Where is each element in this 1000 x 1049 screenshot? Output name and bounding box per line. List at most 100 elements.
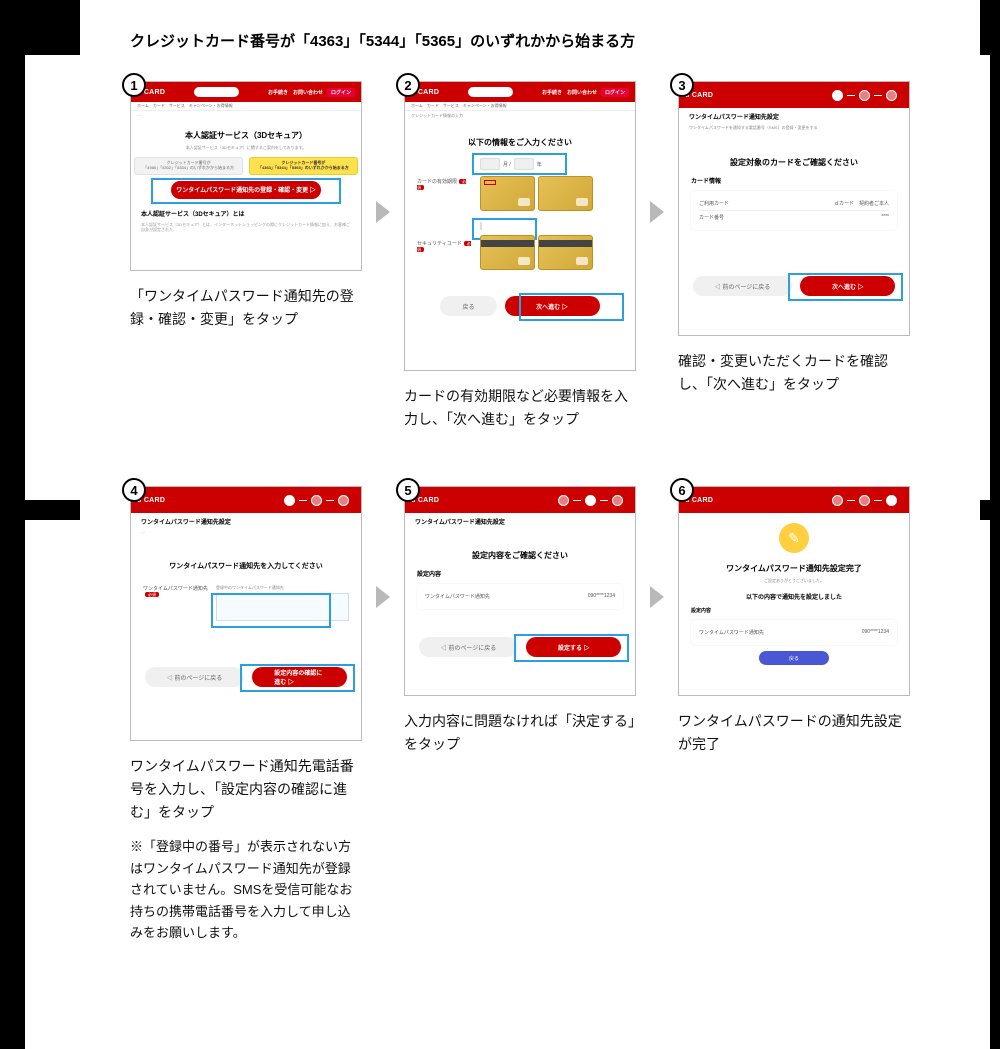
card-range-pill-yellow: クレジットカード番号が「4363」「5344」「5365」のいずれかから始まる方: [249, 157, 358, 175]
progress-step-icon: [859, 495, 870, 506]
back-button[interactable]: ◁ 前のページに戻る: [419, 637, 519, 657]
step-5-caption: 入力内容に問題なければ「決定する」をタップ: [404, 710, 636, 756]
confirm-button[interactable]: 設定内容の確認に進む ▷: [252, 667, 347, 687]
form-title: ワンタイムパスワード通知先を入力してください: [131, 561, 361, 571]
return-button[interactable]: 戻る: [759, 651, 829, 665]
registered-number-label: 登録中のワンタイムパスワード通知先: [216, 585, 349, 591]
progress-step-icon: [612, 495, 623, 506]
expiry-year-input[interactable]: [514, 158, 534, 170]
arrow: [372, 81, 394, 223]
search-box: [194, 87, 239, 97]
menu-bar: ホーム カード サービス キャンペーン・お得情報: [405, 102, 635, 111]
breadcrumb: ワンタイムパスワード通知先設定: [679, 108, 909, 125]
app-header: d CARD お手続き お問い合わせログイン: [131, 82, 361, 102]
back-button[interactable]: ◁ 前のページに戻る: [693, 276, 793, 296]
expiry-month-input[interactable]: [480, 158, 500, 170]
step-number-5: 5: [396, 478, 420, 502]
progress-step-icon: [284, 495, 295, 506]
frame-left: [0, 0, 25, 1049]
step-4-note: ※「登録中の番号」が表示されない方はワンタイムパスワード通知先が登録されていませ…: [130, 836, 362, 943]
next-button[interactable]: 次へ進む ▷: [505, 296, 600, 316]
otp-phone-input[interactable]: [216, 593, 349, 621]
step-number-6: 6: [670, 478, 694, 502]
progress-step-icon: [886, 90, 897, 101]
breadcrumb: ···: [131, 111, 361, 120]
settings-card: ワンタイムパスワード通知先090****1234: [417, 584, 623, 609]
card-front-image: [480, 176, 535, 211]
confirm-title: 設定内容をご確認ください: [405, 550, 635, 561]
cvv-label: セキュリティコード必須: [417, 240, 472, 253]
card-front-image-2: [538, 176, 593, 211]
arrow: [372, 486, 394, 608]
card-info-label: カード情報: [679, 176, 909, 185]
form-title: 設定対象のカードをご確認ください: [679, 157, 909, 168]
expiry-label: カードの有効期限必須: [417, 178, 472, 191]
progress-step-icon: [832, 495, 843, 506]
back-button[interactable]: ◁ 前のページに戻る: [145, 667, 245, 687]
step-6-caption: ワンタイムパスワードの通知先設定が完了: [678, 710, 910, 756]
step-1-caption: 「ワンタイムパスワード通知先の登録・確認・変更」をタップ: [130, 285, 362, 331]
progress-step-icon: [311, 495, 322, 506]
otp-dest-label: ワンタイムパスワード通知先 必須: [143, 585, 208, 598]
step-number-1: 1: [122, 73, 146, 97]
breadcrumb: クレジットカード情報の入力: [405, 111, 635, 121]
section-heading: クレジットカード番号が「4363」「5344」「5365」のいずれかから始まる方: [130, 30, 940, 51]
frame-top-left: [0, 0, 80, 55]
steps-row-2: 4 d CARD ワンタイムパスワード通知先設定 ··· ワンタイムパスワード通…: [130, 486, 940, 943]
success-icon: ✎: [779, 523, 809, 553]
page-title: 本人認証サービス（3Dセキュア）: [131, 130, 361, 141]
cvv-input[interactable]: [480, 222, 482, 230]
settings-label: 設定内容: [679, 607, 909, 614]
progress-step-icon: [859, 90, 870, 101]
steps-row-1: 1 d CARD お手続き お問い合わせログイン ホーム カード サービス キャ…: [130, 81, 940, 431]
step-4-caption: ワンタイムパスワード通知先電話番号を入力し、「設定内容の確認に進む」をタップ: [130, 755, 362, 824]
screenshot-5: d CARD ワンタイムパスワード通知先設定 設定内容をご確認ください 設定内容…: [404, 486, 636, 696]
card-back-image: [480, 235, 535, 270]
step-3: 3 d CARD ワンタイムパスワード通知先設定 ワンタイムパスワードを通知する…: [678, 81, 910, 396]
step-5: 5 d CARD ワンタイムパスワード通知先設定 設定内容をご確認ください 設定…: [404, 486, 636, 756]
card-range-pill-gray: クレジットカード番号が「4980」「5302」「5334」のいずれかから始まる方: [134, 157, 243, 175]
frame-top-right: [980, 0, 1000, 55]
card-back-image-2: [538, 235, 593, 270]
screenshot-2: d CARDお手続き お問い合わせログイン ホーム カード サービス キャンペー…: [404, 81, 636, 371]
settings-label: 設定内容: [405, 569, 635, 578]
thanks-text: ご設定ありがとうございました。: [679, 578, 909, 584]
menu-bar: ホーム カード サービス キャンペーン・お得情報: [131, 102, 361, 111]
breadcrumb: ワンタイムパスワード通知先設定: [405, 513, 635, 530]
arrow: [646, 81, 668, 223]
progress-step-icon: [832, 90, 843, 101]
screenshot-6: d CARD ✎ ワンタイムパスワード通知先設定完了 ご設定ありがとうございまし…: [678, 486, 910, 696]
progress-step-icon: [886, 495, 897, 506]
page-subtitle: 本人認証サービス（3Dセキュア）に関するご案内をしております。: [131, 145, 361, 151]
step-number-2: 2: [396, 73, 420, 97]
step-4: 4 d CARD ワンタイムパスワード通知先設定 ··· ワンタイムパスワード通…: [130, 486, 362, 943]
card-info-card: ご利用カードｄカード 契約者ご本人 カード番号****: [691, 191, 897, 230]
about-title: 本人認証サービス（3Dセキュア）とは: [131, 205, 361, 222]
step-2-caption: カードの有効期限など必要情報を入力し、「次へ進む」をタップ: [404, 385, 636, 431]
page-container: クレジットカード番号が「4363」「5344」「5365」のいずれかから始まる方…: [0, 0, 1000, 1049]
submit-button[interactable]: 設定する ▷: [526, 637, 621, 657]
progress-step-icon: [585, 495, 596, 506]
frame-mid-left: [0, 500, 80, 520]
frame-right: [990, 0, 1000, 1049]
complete-title: ワンタイムパスワード通知先設定完了: [679, 563, 909, 574]
content-area: クレジットカード番号が「4363」「5344」「5365」のいずれかから始まる方…: [80, 10, 980, 944]
step-3-caption: 確認・変更いただくカードを確認し、「次へ進む」をタップ: [678, 350, 910, 396]
next-button[interactable]: 次へ進む ▷: [800, 276, 895, 296]
step-6: 6 d CARD ✎ ワンタイムパスワード通知先設定完了 ご設定ありがとうござい…: [678, 486, 910, 756]
step-number-3: 3: [670, 73, 694, 97]
register-otp-button[interactable]: ワンタイムパスワード通知先の登録・確認・変更 ▷: [171, 181, 321, 199]
back-button[interactable]: 戻る: [440, 296, 496, 316]
screenshot-1: d CARD お手続き お問い合わせログイン ホーム カード サービス キャンペ…: [130, 81, 362, 271]
progress-step-icon: [338, 495, 349, 506]
step-2: 2 d CARDお手続き お問い合わせログイン ホーム カード サービス キャン…: [404, 81, 636, 431]
breadcrumb: ワンタイムパスワード通知先設定: [131, 513, 361, 530]
about-text: 本人認証サービス（3Dセキュア）とは、インターネットショッピングの際にクレジット…: [131, 222, 361, 233]
settings-card: ワンタイムパスワード通知先090****1234: [691, 620, 897, 645]
frame-mid-right: [980, 500, 1000, 520]
step-number-4: 4: [122, 478, 146, 502]
step-1: 1 d CARD お手続き お問い合わせログイン ホーム カード サービス キャ…: [130, 81, 362, 331]
arrow: [646, 486, 668, 608]
screenshot-4: d CARD ワンタイムパスワード通知先設定 ··· ワンタイムパスワード通知先…: [130, 486, 362, 741]
progress-step-icon: [558, 495, 569, 506]
